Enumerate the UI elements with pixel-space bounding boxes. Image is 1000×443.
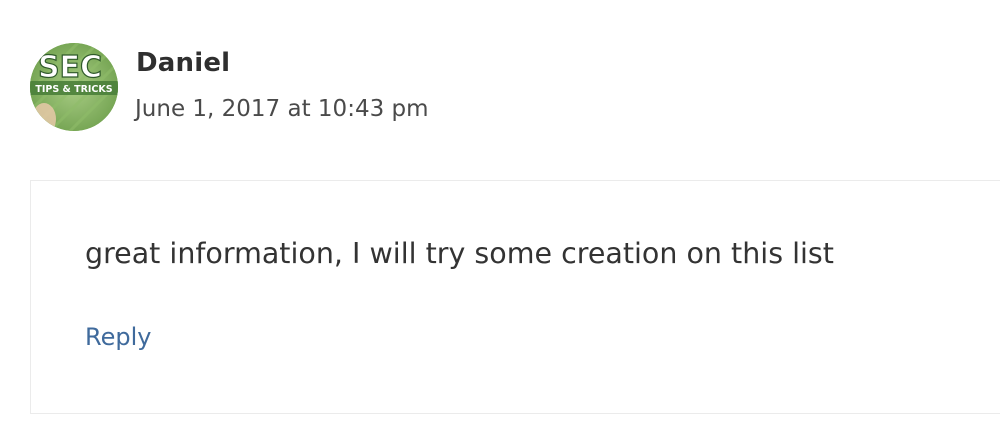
comment-text: great information, I will try some creat… [85,237,834,270]
avatar-logo-text: SEC [38,50,102,85]
avatar: SEC TIPS & TRICKS [30,43,118,131]
comment-date: June 1, 2017 at 10:43 pm [135,96,429,122]
comment-body-box: great information, I will try some creat… [30,180,1000,414]
avatar-logo-icon: SEC TIPS & TRICKS [30,43,118,131]
avatar-logo-subtext: TIPS & TRICKS [35,84,112,95]
reply-link[interactable]: Reply [85,323,151,351]
comment-author: Daniel [136,48,231,78]
comment: SEC TIPS & TRICKS Daniel June 1, 2017 at… [0,0,1000,443]
